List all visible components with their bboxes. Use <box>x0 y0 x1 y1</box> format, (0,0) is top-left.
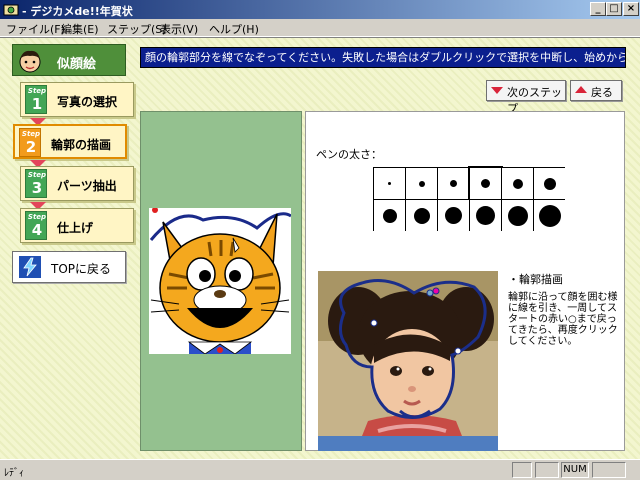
num-lock-indicator: NUM <box>561 462 589 478</box>
description-title: ・輪郭描画 <box>508 273 563 286</box>
pen-dot-icon <box>418 180 425 187</box>
pen-size-option-10[interactable] <box>470 200 501 231</box>
step-1-button[interactable]: Step 1 写真の選択 <box>20 82 134 117</box>
step-badge: Step 4 <box>25 211 47 240</box>
status-bar: ﾚﾃﾞｨ NUM <box>0 459 640 480</box>
menu-step[interactable]: ステップ(S) <box>107 21 167 37</box>
cat-face-image <box>149 208 291 354</box>
step-2-button[interactable]: Step 2 輪郭の描画 <box>13 124 127 159</box>
step-label: パーツ抽出 <box>57 179 117 193</box>
back-button[interactable]: 戻る <box>570 80 622 101</box>
minimize-button[interactable]: _ <box>590 2 606 16</box>
pen-size-option-1[interactable] <box>374 168 405 199</box>
pen-size-option-6[interactable] <box>534 168 565 199</box>
pen-size-option-7[interactable] <box>374 200 405 231</box>
pen-dot-icon <box>413 207 430 224</box>
character-preview <box>149 208 291 354</box>
pen-size-option-8[interactable] <box>406 200 437 231</box>
step-4-button[interactable]: Step 4 仕上げ <box>20 208 134 243</box>
pen-size-option-12[interactable] <box>534 200 565 231</box>
pen-size-option-9[interactable] <box>438 200 469 231</box>
pen-size-option-4[interactable] <box>468 166 503 201</box>
pen-dot-icon <box>445 207 462 224</box>
status-cell <box>512 462 532 478</box>
menu-file[interactable]: ファイル(F) <box>6 21 65 37</box>
step-label: 写真の選択 <box>57 95 118 109</box>
menu-view[interactable]: 表示(V) <box>160 21 198 37</box>
mode-header: 似顔絵 <box>12 44 126 76</box>
pen-dot-icon <box>507 205 528 226</box>
pen-dot-icon <box>538 204 561 227</box>
pen-size-label: ペンの太さ： <box>316 148 382 161</box>
window-title: - デジカメde!!年賀状 <box>22 5 133 18</box>
top-button-label: TOPに戻る <box>51 262 112 276</box>
description-body: 輪郭に沿って顔を囲む様に線を引き、一周してスタートの赤い○まで戻ってきたら、再度… <box>508 292 618 347</box>
menu-help[interactable]: ヘルプ(H) <box>209 21 259 37</box>
step-badge: Step 3 <box>25 169 47 198</box>
pen-dot-icon <box>512 178 523 189</box>
arrow-down-icon <box>491 87 503 94</box>
step-badge: Step 1 <box>25 85 47 114</box>
close-button[interactable]: × <box>623 2 639 16</box>
maximize-button[interactable]: □ <box>606 2 622 16</box>
app-icon <box>3 4 19 16</box>
step-3-button[interactable]: Step 3 パーツ抽出 <box>20 166 134 201</box>
pen-size-option-3[interactable] <box>438 168 469 199</box>
boy-face-icon <box>19 50 41 73</box>
status-cell <box>535 462 559 478</box>
pen-dot-icon <box>476 206 495 225</box>
instruction-bar: 顔の輪郭部分を線でなぞってください。失敗した場合はダブルクリックで選択を中断し、… <box>140 47 626 68</box>
arrow-up-icon <box>575 86 587 93</box>
pen-dot-icon <box>382 208 397 223</box>
pen-size-option-2[interactable] <box>406 168 437 199</box>
portrait-photo[interactable] <box>318 271 498 451</box>
child-photo-image <box>318 271 498 451</box>
pen-size-grid <box>373 166 565 231</box>
title-bar: - デジカメde!!年賀状 _ □ × <box>0 0 640 19</box>
step-label: 輪郭の描画 <box>51 138 112 152</box>
pen-dot-icon <box>543 177 556 190</box>
top-button[interactable]: TOPに戻る <box>12 251 126 283</box>
pen-dot-icon <box>450 180 457 187</box>
lightning-icon <box>19 256 41 278</box>
menu-bar: ファイル(F) 編集(E) ステップ(S) 表示(V) ヘルプ(H) <box>0 19 640 37</box>
status-cell <box>592 462 626 478</box>
step-label: 仕上げ <box>57 221 94 235</box>
menu-edit[interactable]: 編集(E) <box>61 21 99 37</box>
pen-size-option-11[interactable] <box>502 200 533 231</box>
pen-dot-icon <box>481 179 490 188</box>
pen-size-option-5[interactable] <box>502 168 533 199</box>
step-badge: Step 2 <box>19 128 41 157</box>
status-text: ﾚﾃﾞｨ <box>4 468 24 479</box>
mode-label: 似顔絵 <box>57 57 97 72</box>
next-step-button[interactable]: 次のステップ <box>486 80 566 115</box>
pen-dot-icon <box>388 182 391 185</box>
